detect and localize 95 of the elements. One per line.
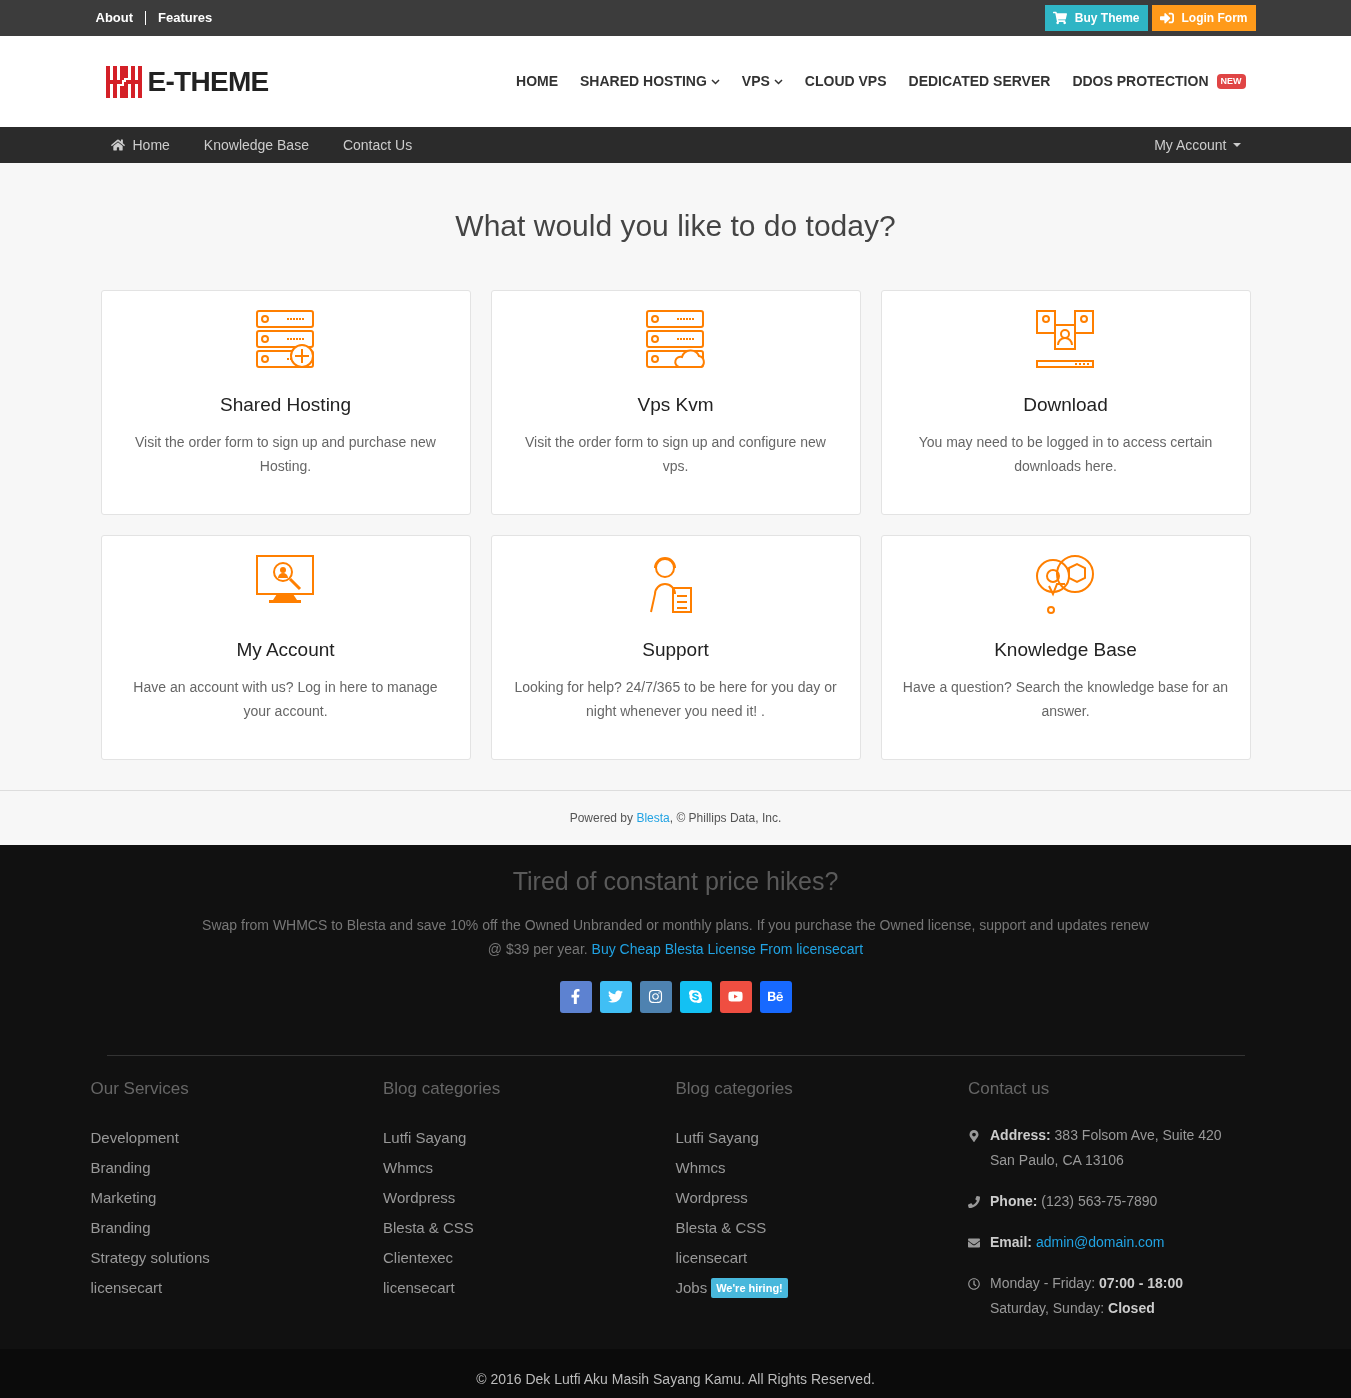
home-icon <box>110 138 125 152</box>
footer-link[interactable]: Whmcs <box>675 1156 726 1180</box>
promo-title: Tired of constant price hikes? <box>511 866 840 897</box>
card-description: Visit the order form to sign up and purchase new Hosting. <box>134 432 437 476</box>
card-description: Visit the order form to sign up and configure new vps. <box>524 432 827 476</box>
footer-link[interactable]: Marketing <box>90 1186 157 1210</box>
contact-text: Phone: (123) 563-75-7890 <box>990 1192 1158 1211</box>
logo-icon <box>105 63 142 100</box>
phone-icon <box>968 1196 980 1208</box>
footer-link[interactable]: Jobs <box>675 1276 708 1300</box>
subnav-link[interactable]: Contact Us <box>342 134 413 156</box>
hosting-icon <box>254 309 317 371</box>
footer-link[interactable]: Whmcs <box>383 1156 433 1180</box>
footer-heading: Our Services <box>90 1077 190 1100</box>
card-title: Shared Hosting <box>219 393 352 417</box>
card-title: Vps Kvm <box>636 393 715 417</box>
knowledge-icon <box>1034 554 1097 616</box>
email-link[interactable]: admin@domain.com <box>1035 1234 1165 1250</box>
powered-by-text: Powered by Blesta, © Phillips Data, Inc. <box>569 810 782 827</box>
nav-link[interactable]: DEDICATED SERVER <box>908 71 1051 92</box>
footer-link[interactable]: Blesta & CSS <box>383 1216 474 1240</box>
hours-icon <box>968 1278 980 1290</box>
account-menu[interactable]: My Account <box>1154 134 1241 156</box>
footer-link[interactable]: licensecart <box>383 1276 455 1300</box>
caret-icon <box>1232 143 1241 147</box>
skype-icon <box>688 989 703 1004</box>
subnav-link[interactable]: Home <box>110 134 170 156</box>
footer-link[interactable]: Wordpress <box>675 1186 748 1210</box>
address-icon <box>968 1130 980 1142</box>
youtube-icon <box>728 989 743 1004</box>
instagram-button[interactable] <box>639 980 672 1013</box>
card-description: Looking for help? 24/7/365 to be here for you day or night whenever you need it! . <box>513 677 838 721</box>
footer-heading: Blog categories <box>383 1077 502 1100</box>
contact-text: Monday - Friday: 07:00 - 18:00 <box>990 1274 1183 1293</box>
footer-link[interactable]: Blesta & CSS <box>675 1216 767 1240</box>
footer-link[interactable]: Branding <box>90 1216 151 1240</box>
nav-link[interactable]: VPS <box>741 71 783 92</box>
card-description: Have a question? Search the knowledge base for an answer. <box>901 677 1230 721</box>
copyright-text: © 2016 Dek Lutfi Aku Masih Sayang Kamu. All Rights Reserved. <box>476 1369 875 1389</box>
instagram-icon <box>648 989 663 1004</box>
logo-text: E-THEME <box>147 64 269 99</box>
footer-link[interactable]: Clientexec <box>383 1246 454 1270</box>
licensecart-link[interactable]: Buy Cheap Blesta License From licensecart <box>591 940 864 957</box>
service-card[interactable]: Download You may need to be logged in to access certain downloads here. <box>880 290 1251 515</box>
footer-link[interactable]: licensecart <box>90 1276 163 1300</box>
twitter-button[interactable] <box>599 980 632 1013</box>
nav-link[interactable]: DDOS PROTECTION NEW <box>1072 71 1246 92</box>
contact-text: Address: 383 Folsom Ave, Suite 420 <box>990 1126 1222 1145</box>
service-card[interactable]: Support Looking for help? 24/7/365 to be here for you day or night whenever you need it! . <box>490 535 861 760</box>
subnav-link[interactable]: Knowledge Base <box>203 134 309 156</box>
nav-link[interactable]: CLOUD VPS <box>804 71 887 92</box>
card-description: You may need to be logged in to access certain downloads here. <box>917 432 1214 476</box>
chevron-icon <box>710 78 720 85</box>
nav-link[interactable]: HOME <box>516 71 559 92</box>
sign-in-icon <box>1159 11 1174 25</box>
facebook-icon <box>568 989 583 1004</box>
footer-link[interactable]: Branding <box>90 1156 151 1180</box>
youtube-button[interactable] <box>719 980 752 1013</box>
page-heading: What would you like to do today? <box>454 208 897 244</box>
new-badge: NEW <box>1216 73 1246 90</box>
contact-text: San Paulo, CA 13106 <box>990 1151 1125 1170</box>
footer-link[interactable]: Development <box>90 1126 179 1150</box>
email-icon <box>968 1237 980 1249</box>
vps-icon <box>644 309 707 371</box>
contact-text: Email: admin@domain.com <box>990 1233 1165 1252</box>
top-link[interactable]: Features <box>158 8 213 28</box>
contact-text: Saturday, Sunday: Closed <box>990 1299 1156 1318</box>
footer-heading: Blog categories <box>675 1077 794 1100</box>
cart-icon <box>1052 11 1067 25</box>
service-card[interactable]: Vps Kvm Visit the order form to sign up and configure new vps. <box>490 290 861 515</box>
service-card[interactable]: My Account Have an account with us? Log in here to manage your account. <box>100 535 471 760</box>
behance-icon <box>768 989 783 1004</box>
promo-text: Swap from WHMCS to Blesta and save 10% off the Owned Unbranded or monthly plans. If you purchase the Owned license, support and updates renew @ $39 per year. Buy Cheap Blesta License From licensecart <box>201 915 1150 959</box>
download-icon <box>1034 309 1097 371</box>
behance-button[interactable] <box>759 980 792 1013</box>
top-link[interactable]: About <box>95 8 134 28</box>
card-description: Have an account with us? Log in here to manage your account. <box>132 677 439 721</box>
card-title: Download <box>1022 393 1109 417</box>
nav-link[interactable]: SHARED HOSTING <box>580 71 720 92</box>
footer-link[interactable]: Lutfi Sayang <box>383 1126 467 1150</box>
card-title: My Account <box>235 638 336 662</box>
card-title: Support <box>641 638 710 662</box>
chevron-icon <box>773 78 783 85</box>
service-card[interactable]: Shared Hosting Visit the order form to sign up and purchase new Hosting. <box>100 290 471 515</box>
twitter-icon <box>608 989 623 1004</box>
card-title: Knowledge Base <box>993 638 1138 662</box>
hiring-badge: We're hiring! <box>711 1277 788 1299</box>
footer-link[interactable]: Strategy solutions <box>90 1246 210 1270</box>
footer-link[interactable]: licensecart <box>675 1246 748 1270</box>
service-card[interactable]: Knowledge Base Have a question? Search the knowledge base for an answer. <box>880 535 1251 760</box>
footer-link[interactable]: Wordpress <box>383 1186 456 1210</box>
footer-heading: Contact us <box>968 1077 1051 1100</box>
skype-button[interactable] <box>679 980 712 1013</box>
facebook-button[interactable] <box>559 980 592 1013</box>
footer-link[interactable]: Lutfi Sayang <box>675 1126 759 1150</box>
